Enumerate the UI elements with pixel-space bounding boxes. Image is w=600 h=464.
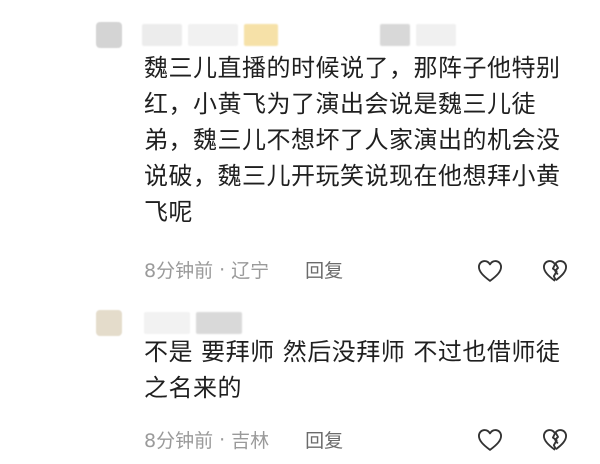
comment-author[interactable] xyxy=(96,22,456,48)
comment-item: 魏三儿直播的时候说了，那阵子他特别 红，小黄飞为了演出会说是魏三儿徒 弟，魏三儿… xyxy=(0,0,600,300)
avatar[interactable] xyxy=(96,22,122,48)
meta-separator: · xyxy=(219,428,226,451)
blurred-username xyxy=(142,24,182,46)
blurred-username xyxy=(244,24,278,46)
blurred-username xyxy=(416,24,456,46)
avatar[interactable] xyxy=(96,310,122,336)
blurred-username xyxy=(144,312,190,334)
comment-text: 不是 要拜师 然后没拜师 不过也借师徒 之名来的 xyxy=(144,338,561,402)
like-button[interactable] xyxy=(475,425,505,455)
blurred-username xyxy=(380,24,410,46)
comment-meta: 8分钟前 · 吉林 回复 xyxy=(144,426,343,453)
reply-button[interactable]: 回复 xyxy=(305,256,343,283)
comment-time: 8分钟前 xyxy=(144,260,214,282)
comment-time: 8分钟前 xyxy=(144,430,214,452)
blurred-username xyxy=(196,312,242,334)
blurred-username xyxy=(188,24,238,46)
comment-item: 不是 要拜师 然后没拜师 不过也借师徒 之名来的 8分钟前 · 吉林 回复 xyxy=(0,300,600,464)
broken-heart-icon xyxy=(542,429,568,451)
comment-meta: 8分钟前 · 辽宁 回复 xyxy=(144,256,343,283)
comment-location: 吉林 xyxy=(231,430,270,452)
comment-location: 辽宁 xyxy=(231,260,270,282)
dislike-button[interactable] xyxy=(540,256,570,286)
dislike-button[interactable] xyxy=(540,425,570,455)
meta-separator: · xyxy=(219,258,226,281)
comment-author[interactable] xyxy=(96,310,242,336)
comment-text: 魏三儿直播的时候说了，那阵子他特别 红，小黄飞为了演出会说是魏三儿徒 弟，魏三儿… xyxy=(144,54,561,226)
reply-button[interactable]: 回复 xyxy=(305,426,343,453)
heart-outline-icon xyxy=(477,429,503,451)
broken-heart-icon xyxy=(542,260,568,282)
heart-outline-icon xyxy=(477,260,503,282)
like-button[interactable] xyxy=(475,256,505,286)
